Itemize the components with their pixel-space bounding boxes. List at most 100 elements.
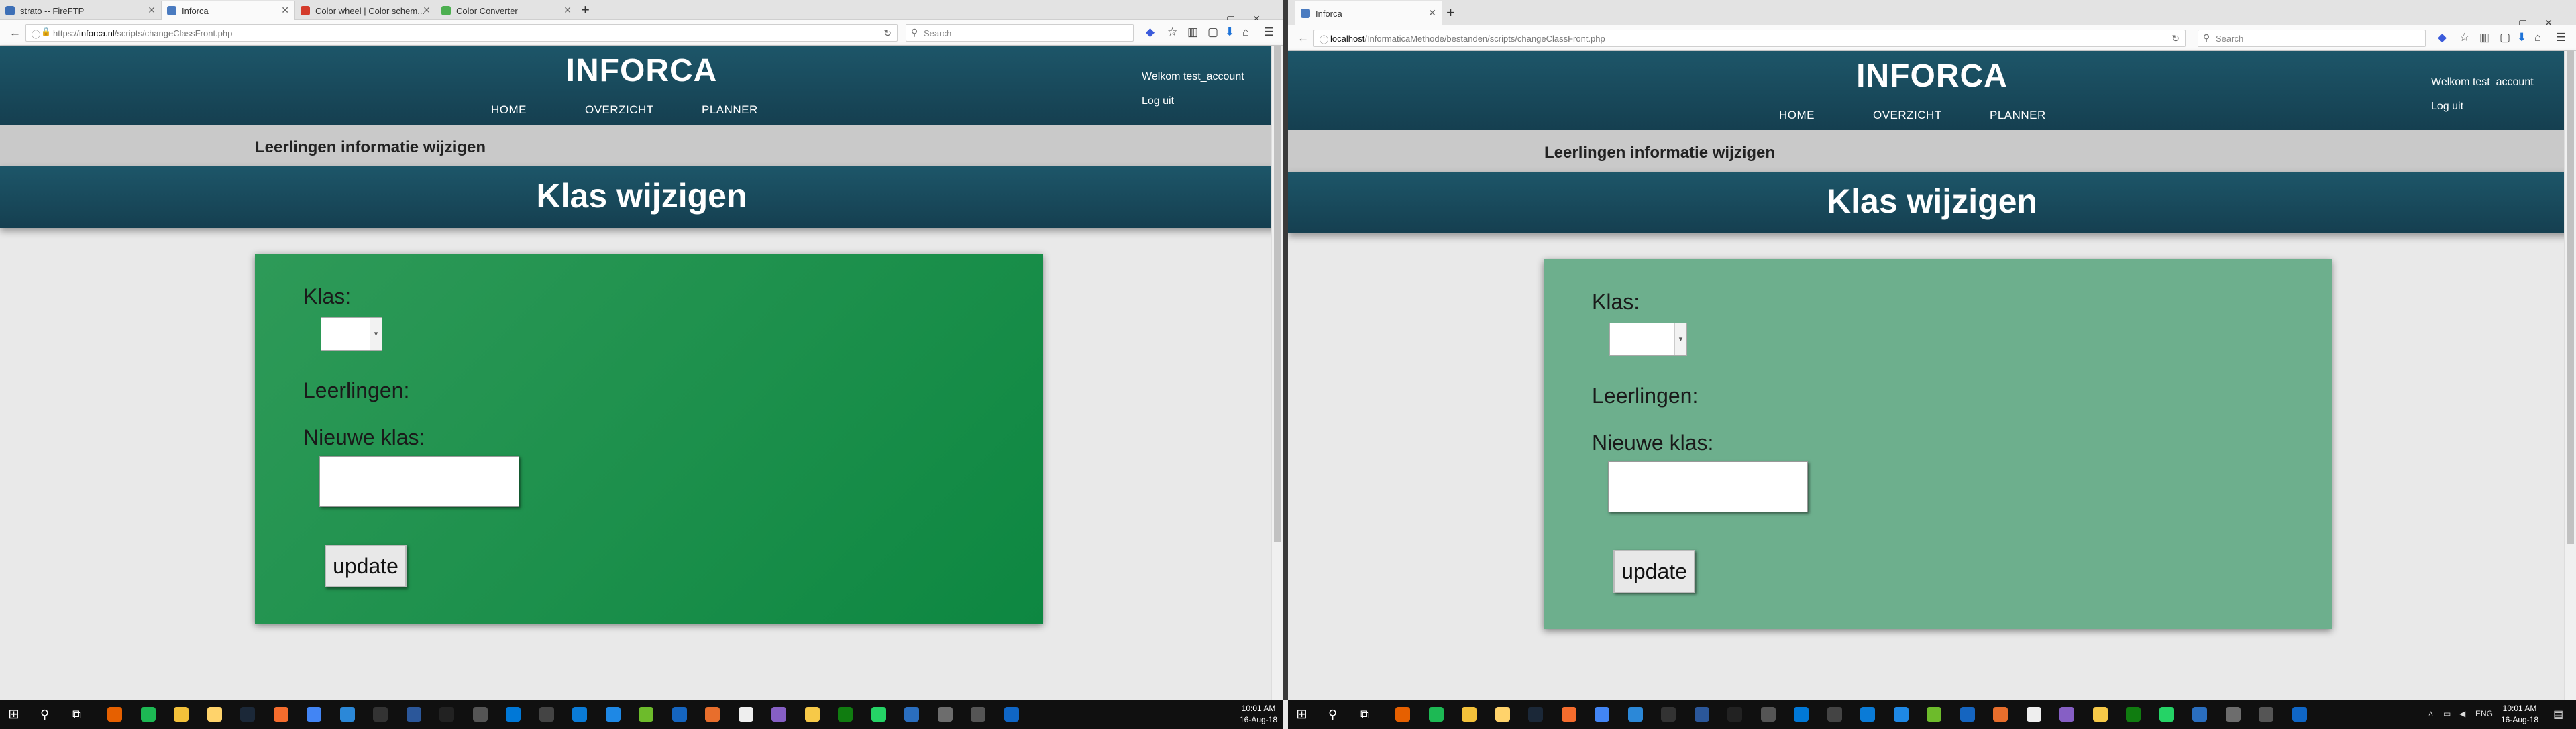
mail-icon[interactable] — [2192, 707, 2207, 722]
logout-link[interactable]: Log uit — [1142, 95, 1174, 107]
xbox-icon[interactable] — [2126, 707, 2141, 722]
site-logo[interactable]: INFORCA — [1288, 58, 2576, 95]
vs-code-icon[interactable] — [506, 707, 521, 722]
origin-icon[interactable] — [273, 707, 288, 722]
store-icon[interactable] — [1893, 707, 1909, 722]
search-input[interactable]: ⚲ Search — [906, 24, 1134, 42]
home-icon[interactable]: ⌂ — [2534, 31, 2541, 44]
origin-icon[interactable] — [1561, 707, 1576, 722]
word-icon[interactable] — [406, 707, 421, 722]
whatsapp-icon[interactable] — [871, 707, 886, 722]
menu-home[interactable]: HOME — [1779, 109, 1815, 122]
klas-select[interactable]: ▾ — [1609, 323, 1687, 356]
unity-icon[interactable] — [439, 707, 454, 722]
paint-icon[interactable] — [2092, 707, 2108, 722]
close-tab-icon[interactable]: ✕ — [281, 5, 289, 16]
vs-code-icon[interactable] — [1794, 707, 1809, 722]
back-icon[interactable]: ← — [1297, 32, 1309, 45]
menu-icon[interactable]: ☰ — [1264, 25, 1274, 39]
menu-home[interactable]: HOME — [491, 103, 527, 117]
search-input[interactable]: ⚲ Search — [2198, 30, 2426, 47]
task-view-icon[interactable]: ⧉ — [72, 707, 81, 722]
new-tab-icon[interactable]: + — [581, 2, 590, 18]
address-bar[interactable]: ⓘ 🔒 https://inforca.nl/scripts/changeCla… — [25, 24, 898, 42]
scrollbar[interactable] — [2564, 51, 2576, 700]
address-bar[interactable]: ⓘ localhost/InformaticaMethode/bestanden… — [1313, 30, 2186, 47]
file-explorer-icon[interactable] — [174, 707, 189, 722]
photos-icon[interactable] — [937, 707, 953, 722]
network-icon[interactable]: ▭ — [2443, 709, 2451, 718]
home-icon[interactable]: ⌂ — [1242, 25, 1249, 39]
download-icon[interactable]: ⬇ — [1225, 25, 1234, 39]
pocket-icon[interactable]: ▢ — [1208, 25, 1218, 39]
extension-icon[interactable]: ◆ — [2438, 31, 2447, 44]
onedrive-icon[interactable] — [1004, 707, 1019, 722]
unreal-icon[interactable] — [539, 707, 554, 722]
library-icon[interactable]: ▥ — [2479, 31, 2490, 44]
update-button[interactable]: update — [325, 545, 407, 587]
calculator-icon[interactable] — [472, 707, 488, 722]
greenapp-icon[interactable] — [639, 707, 653, 722]
greenapp-icon[interactable] — [1927, 707, 1941, 722]
chrome-icon[interactable] — [1595, 707, 1609, 722]
close-tab-icon[interactable]: ✕ — [564, 5, 572, 16]
menu-overzicht[interactable]: OVERZICHT — [585, 103, 654, 117]
settings-icon[interactable] — [971, 707, 985, 722]
paint-icon[interactable] — [804, 707, 820, 722]
chrome-icon[interactable] — [307, 707, 321, 722]
task-view-icon[interactable]: ⧉ — [1360, 707, 1369, 722]
settings-icon[interactable] — [2259, 707, 2273, 722]
visual-studio-icon[interactable] — [771, 707, 786, 722]
photos-icon[interactable] — [2225, 707, 2241, 722]
pocket-icon[interactable]: ▢ — [2500, 31, 2510, 44]
new-tab-icon[interactable]: + — [1446, 5, 1455, 21]
firefox-icon[interactable] — [1395, 707, 1410, 722]
edge-icon[interactable] — [572, 707, 587, 722]
logout-link[interactable]: Log uit — [2431, 101, 2463, 113]
menu-icon[interactable]: ☰ — [2556, 31, 2566, 44]
scroll-thumb[interactable] — [1274, 46, 1281, 542]
edge-icon[interactable] — [1860, 707, 1875, 722]
unreal-icon[interactable] — [1827, 707, 1842, 722]
orangeapp-icon[interactable] — [705, 707, 720, 722]
chevron-down-icon[interactable]: ▾ — [370, 318, 382, 350]
klas-select[interactable]: ▾ — [321, 317, 382, 351]
library-icon[interactable]: ▥ — [1187, 25, 1198, 39]
scrollbar[interactable] — [1271, 46, 1283, 700]
extension-icon[interactable]: ◆ — [1146, 25, 1155, 39]
app-icon[interactable] — [339, 707, 355, 722]
search-icon[interactable]: ⚲ — [1328, 707, 1337, 722]
tab-color-wheel[interactable]: Color wheel | Color schem... ✕ — [295, 1, 436, 20]
update-button[interactable]: update — [1613, 550, 1695, 593]
menu-planner[interactable]: PLANNER — [702, 103, 758, 117]
language-indicator[interactable]: ENG — [2475, 709, 2493, 718]
whatsapp-icon[interactable] — [2159, 707, 2174, 722]
site-logo[interactable]: INFORCA — [0, 52, 1283, 89]
tab-inforca[interactable]: Inforca ✕ — [161, 1, 295, 20]
blueapp-icon[interactable] — [1960, 707, 1975, 722]
chevron-down-icon[interactable]: ▾ — [1674, 323, 1686, 355]
reload-icon[interactable]: ↻ — [883, 27, 892, 39]
volume-icon[interactable]: ◀ — [2459, 709, 2465, 718]
onedrive-icon[interactable] — [2292, 707, 2307, 722]
tab-color-converter[interactable]: Color Converter ✕ — [436, 1, 577, 20]
info-icon[interactable]: ⓘ — [1320, 33, 1328, 46]
uplay-icon[interactable] — [738, 707, 753, 722]
tab-strato[interactable]: strato -- FireFTP ✕ — [0, 1, 161, 20]
folder-icon[interactable] — [1495, 707, 1510, 722]
firefox-icon[interactable] — [107, 707, 122, 722]
menu-overzicht[interactable]: OVERZICHT — [1873, 109, 1942, 122]
notifications-icon[interactable]: ▤ — [2553, 708, 2563, 721]
close-tab-icon[interactable]: ✕ — [423, 5, 431, 16]
reload-icon[interactable]: ↻ — [2171, 33, 2180, 44]
steam-icon[interactable] — [1528, 707, 1543, 722]
unity-icon[interactable] — [1727, 707, 1742, 722]
tab-inforca[interactable]: Inforca ✕ — [1295, 1, 1442, 25]
close-tab-icon[interactable]: ✕ — [1428, 7, 1436, 19]
clock[interactable]: 10:01 AM 16-Aug-18 — [1238, 703, 1279, 726]
orangeapp-icon[interactable] — [1993, 707, 2008, 722]
folder-icon[interactable] — [207, 707, 222, 722]
mail-icon[interactable] — [904, 707, 919, 722]
terminal-icon[interactable] — [373, 707, 388, 722]
app-icon[interactable] — [1627, 707, 1643, 722]
